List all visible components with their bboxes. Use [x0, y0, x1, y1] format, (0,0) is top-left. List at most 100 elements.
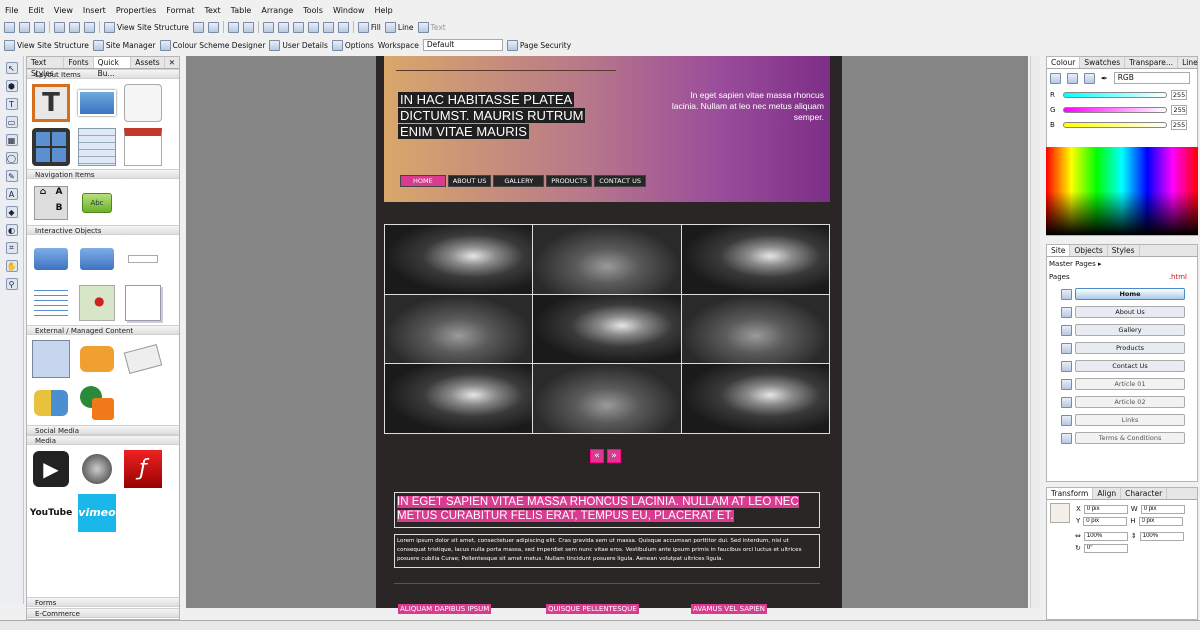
pan-icon[interactable]: ✋ [5, 260, 18, 272]
section-media[interactable]: Media [27, 435, 179, 445]
flash-icon[interactable]: ƒ [123, 449, 163, 489]
nav-contact-us[interactable]: CONTACT US [594, 175, 646, 187]
fill-swatch-icon[interactable] [1050, 72, 1061, 84]
w-field[interactable] [1140, 504, 1185, 514]
text-frame-icon[interactable]: T [31, 83, 71, 123]
table-tool-icon[interactable]: ▦ [5, 134, 18, 146]
view-site-structure-button-2[interactable]: View Site Structure [4, 39, 89, 51]
menu-table[interactable]: Table [226, 4, 257, 18]
master-pages-row[interactable]: Master Pages ▸ [1047, 257, 1197, 271]
menu-edit[interactable]: Edit [23, 4, 49, 18]
tab-text-styles[interactable]: Text Styles [27, 57, 65, 78]
site-manager-button[interactable]: Site Manager [92, 39, 156, 51]
text-a-icon[interactable]: A [5, 188, 18, 200]
page-header-banner[interactable]: IN HAC HABITASSE PLATEA DICTUMST. MAURIS… [384, 56, 830, 202]
anchor-icon[interactable] [1050, 503, 1070, 523]
publish-icon[interactable] [207, 21, 219, 33]
snap-icon[interactable] [337, 21, 349, 33]
green-slider[interactable] [1063, 106, 1168, 113]
bottom-heading-2[interactable]: QUISQUE PELLENTESQUE [546, 604, 639, 614]
picture-frame-icon[interactable] [77, 83, 117, 123]
audio-speaker-icon[interactable] [77, 449, 117, 489]
page-item-terms[interactable]: Terms & Conditions [1061, 431, 1197, 445]
view-site-structure-button[interactable]: View Site Structure [104, 21, 189, 33]
gallery-thumb[interactable] [533, 364, 681, 433]
subheading-frame[interactable]: IN EGET SAPIEN VITAE MASSA RHONCUS LACIN… [394, 492, 820, 528]
page-item-article-01[interactable]: Article 01 [1061, 377, 1197, 391]
tab-colour[interactable]: Colour [1047, 57, 1081, 68]
fill-button[interactable]: Fill [357, 21, 381, 33]
page-item-article-02[interactable]: Article 02 [1061, 395, 1197, 409]
map-icon[interactable]: ● [77, 283, 117, 323]
vimeo-icon[interactable]: vimeo [77, 493, 117, 533]
red-slider[interactable] [1062, 91, 1167, 98]
menu-view[interactable]: View [49, 4, 78, 18]
photo-gallery[interactable] [384, 224, 830, 434]
cut-icon[interactable] [54, 21, 65, 33]
menu-help[interactable]: Help [370, 4, 398, 18]
rss-feed-icon[interactable] [77, 383, 117, 423]
tab-transform[interactable]: Transform [1047, 488, 1094, 499]
table-icon[interactable] [77, 127, 117, 167]
options-button[interactable]: Options [331, 39, 374, 51]
text-swatch-icon[interactable] [1084, 72, 1095, 84]
open-icon[interactable] [19, 21, 30, 33]
page-item-gallery[interactable]: Gallery [1061, 323, 1197, 337]
line-swatch-icon[interactable] [1067, 72, 1078, 84]
youtube-icon[interactable]: YouTube [30, 493, 72, 533]
paste-icon[interactable] [84, 21, 95, 33]
page-item-products[interactable]: Products [1061, 341, 1197, 355]
shape-tool-icon[interactable]: ◯ [5, 152, 18, 164]
nav-gallery[interactable]: GALLERY [493, 175, 545, 187]
red-value[interactable]: 255 [1170, 89, 1187, 100]
tab-transparency[interactable]: Transpare... [1125, 57, 1179, 68]
blue-slider[interactable] [1062, 121, 1167, 128]
chat-icon[interactable] [77, 339, 117, 379]
menu-properties[interactable]: Properties [111, 4, 161, 18]
gallery-thumb[interactable] [681, 364, 829, 433]
menu-file[interactable]: File [0, 4, 23, 18]
nav-about-us[interactable]: ABOUT US [447, 175, 492, 187]
page-item-about-us[interactable]: About Us [1061, 305, 1197, 319]
video-player-icon[interactable]: ▶ [31, 449, 71, 489]
line-button[interactable]: Line [384, 21, 414, 33]
h-field[interactable] [1138, 516, 1183, 526]
tab-fonts[interactable]: Fonts [64, 57, 94, 68]
html-fragment-icon[interactable] [31, 339, 71, 379]
colour-scheme-button[interactable]: Colour Scheme Designer [159, 39, 265, 51]
grid-icon[interactable] [322, 21, 334, 33]
scale-h-field[interactable] [1139, 531, 1184, 541]
tab-line[interactable]: Line [1178, 57, 1200, 68]
page-item-contact-us[interactable]: Contact Us [1061, 359, 1197, 373]
gallery-thumb[interactable] [533, 294, 681, 364]
align-right-icon[interactable] [292, 21, 304, 33]
blue-value[interactable]: 255 [1170, 119, 1187, 130]
align-center-icon[interactable] [277, 21, 289, 33]
text-tool-icon[interactable]: T [5, 98, 18, 110]
menu-tools[interactable]: Tools [298, 4, 328, 18]
eyedropper-icon[interactable]: ✒ [1101, 74, 1108, 83]
preview-icon[interactable] [192, 21, 204, 33]
next-arrow-icon[interactable]: » [607, 449, 621, 463]
new-icon[interactable] [4, 21, 15, 33]
menu-arrange[interactable]: Arrange [256, 4, 298, 18]
newspaper-icon[interactable] [123, 339, 163, 379]
copy-icon[interactable] [69, 21, 80, 33]
page-item-links[interactable]: Links [1061, 413, 1197, 427]
workspace-select[interactable]: Default [422, 39, 503, 51]
canvas-scrollbar[interactable] [1030, 56, 1040, 608]
image-tool-icon[interactable]: ▭ [5, 116, 18, 128]
menu-text[interactable]: Text [199, 4, 225, 18]
popup-icon[interactable] [31, 239, 71, 279]
site-search-icon[interactable] [31, 283, 71, 323]
tab-character[interactable]: Character [1121, 488, 1168, 499]
close-icon[interactable]: ✕ [165, 57, 179, 68]
section-interactive[interactable]: Interactive Objects [27, 225, 179, 235]
section-social[interactable]: Social Media [27, 425, 179, 435]
menu-insert[interactable]: Insert [78, 4, 111, 18]
fill-tool-icon[interactable]: ◆ [5, 206, 18, 218]
rollover-icon[interactable] [77, 239, 117, 279]
calendar-icon[interactable] [123, 127, 163, 167]
gallery-thumb[interactable] [385, 225, 533, 294]
menu-format[interactable]: Format [161, 4, 199, 18]
